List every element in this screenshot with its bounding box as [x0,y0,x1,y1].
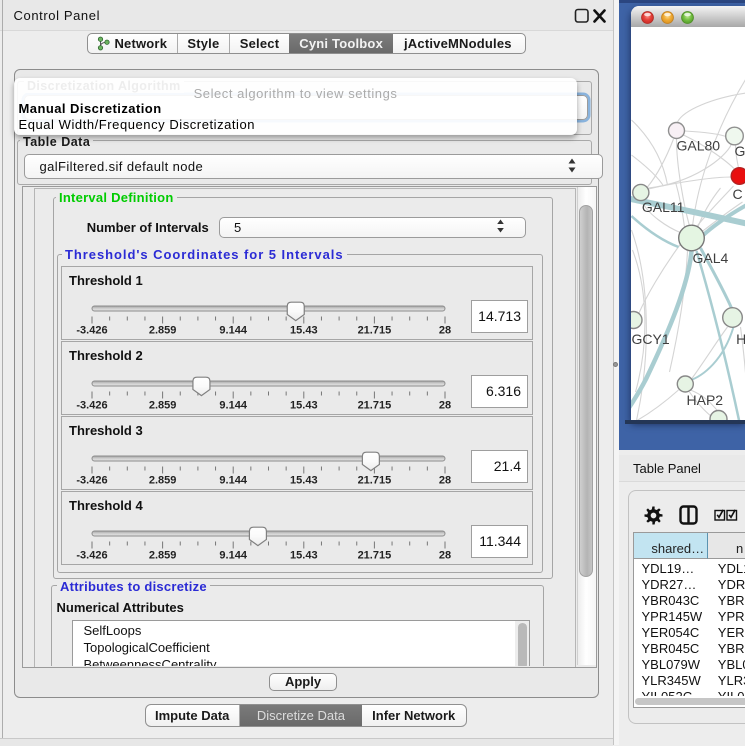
svg-text:GAL80: GAL80 [676,138,720,154]
svg-text:C: C [732,186,742,202]
svg-text:HAP2: HAP2 [686,392,723,408]
svg-text:GAL4: GAL4 [692,250,728,266]
svg-text:GCY1: GCY1 [631,331,669,347]
svg-text:H: H [736,331,745,347]
svg-text:GA: GA [734,143,745,159]
svg-text:GAL11: GAL11 [641,199,684,215]
